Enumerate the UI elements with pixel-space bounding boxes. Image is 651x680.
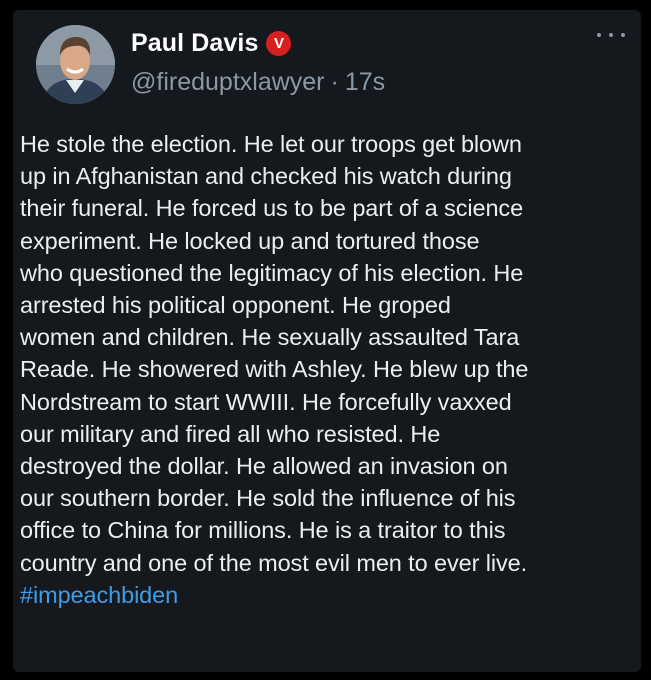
verified-badge-icon: V [266,31,292,56]
author-meta: @fireduptxlawyer · 17s [131,68,385,97]
meta-separator: · [330,68,339,96]
post-line: women and children. He sexually assaulte… [20,324,520,351]
post-line: our southern border. He sold the influen… [20,485,516,512]
post-text: He stole the election. He let our troops… [20,128,640,611]
post-card: Paul Davis V @fireduptxlawyer · 17s He s… [13,10,641,672]
post-line: experiment. He locked up and tortured th… [20,227,480,254]
post-line: our military and fired all who resisted.… [20,420,441,447]
author-handle[interactable]: @fireduptxlawyer [131,68,325,97]
post-line: who questioned the legitimacy of his ele… [20,259,524,286]
post-line: Nordstream to start WWIII. He forcefully… [20,388,512,415]
post-line: their funeral. He forced us to be part o… [20,195,524,222]
post-line: arrested his political opponent. He grop… [20,292,451,319]
author-name[interactable]: Paul Davis [131,29,258,58]
author-name-row: Paul Davis V [131,29,292,58]
post-line: up in Afghanistan and checked his watch … [20,163,512,190]
post-timestamp[interactable]: 17s [345,68,385,97]
post-line: country and one of the most evil men to … [20,549,528,576]
hashtag-link[interactable]: #impeachbiden [20,579,640,611]
more-horizontal-icon [597,33,601,37]
post-line: destroyed the dollar. He allowed an inva… [20,453,508,480]
more-horizontal-icon [621,33,625,37]
post-line: Reade. He showered with Ashley. He blew … [20,356,529,383]
avatar-photo [36,25,115,104]
post-line: He stole the election. He let our troops… [20,131,522,157]
post-line: office to China for millions. He is a tr… [20,517,506,544]
avatar[interactable] [36,25,115,104]
more-options-button[interactable] [597,28,625,42]
more-horizontal-icon [609,33,613,37]
